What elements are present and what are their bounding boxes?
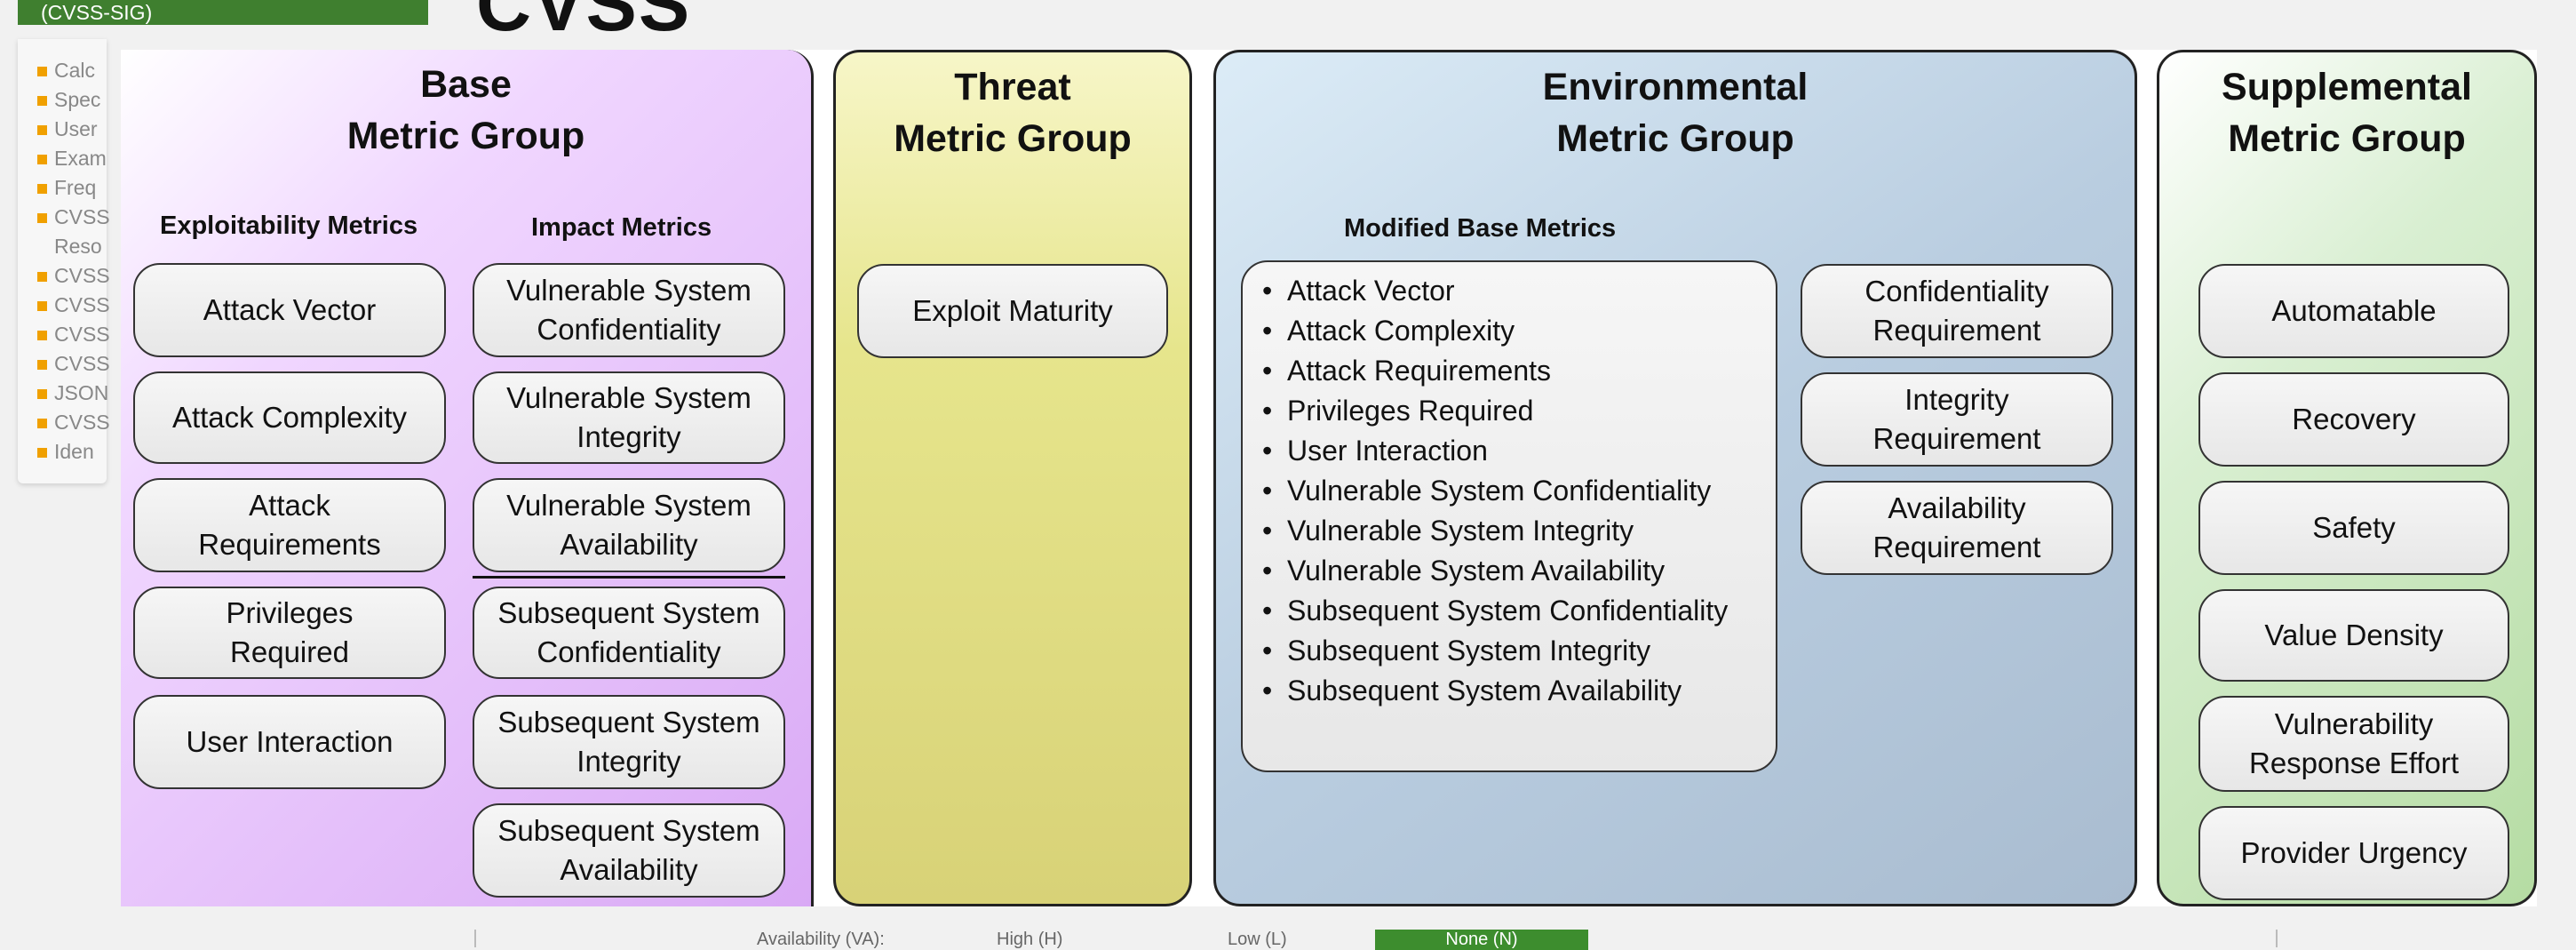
sidebar-item[interactable]: CVSS (37, 291, 117, 318)
attack-vector-box: Attack Vector (133, 263, 446, 357)
vulnerability-response-effort-box: Vulnerability Response Effort (2198, 696, 2509, 792)
bullet-square-icon (37, 155, 47, 165)
bullet-square-icon (37, 360, 47, 371)
modified-base-metrics-box: Attack Vector Attack Complexity Attack R… (1241, 260, 1777, 772)
bullet-square-icon (37, 389, 47, 400)
privileges-required-box: Privileges Required (133, 587, 446, 679)
impact-metrics-heading: Impact Metrics (531, 213, 712, 242)
impact-divider (473, 576, 785, 579)
list-item: Vulnerable System Integrity (1262, 511, 1758, 551)
list-item: Subsequent System Availability (1262, 671, 1758, 711)
vulnerable-system-availability-box: Vulnerable System Availability (473, 478, 785, 572)
subsequent-system-availability-box: Subsequent System Availability (473, 803, 785, 898)
cvss-metric-groups-diagram: Base Metric Group Exploitability Metrics… (121, 50, 2537, 906)
bullet-square-icon (37, 419, 47, 429)
list-item: Subsequent System Confidentiality (1262, 591, 1758, 631)
sidebar-item[interactable]: User (37, 116, 117, 142)
value-density-box: Value Density (2198, 589, 2509, 682)
sidebar-item-label: Calc (54, 59, 96, 82)
bullet-square-icon (37, 125, 47, 136)
attack-requirements-box: Attack Requirements (133, 478, 446, 572)
subsequent-system-confidentiality-box: Subsequent System Confidentiality (473, 587, 785, 679)
safety-box: Safety (2198, 481, 2509, 575)
bullet-square-icon (37, 301, 47, 312)
vulnerable-system-confidentiality-box: Vulnerable System Confidentiality (473, 263, 785, 357)
background-header: (CVSS-SIG) (18, 0, 428, 25)
provider-urgency-box: Provider Urgency (2198, 806, 2509, 900)
environmental-metric-group: Environmental Metric Group Modified Base… (1213, 50, 2137, 906)
availability-label: Availability (VA): (757, 930, 885, 949)
subsequent-system-integrity-box: Subsequent System Integrity (473, 695, 785, 789)
sidebar-item[interactable]: JSON (37, 379, 117, 406)
list-item: Subsequent System Integrity (1262, 631, 1758, 671)
modified-base-metrics-heading: Modified Base Metrics (1344, 214, 1617, 243)
list-item: Vulnerable System Availability (1262, 551, 1758, 591)
attack-complexity-box: Attack Complexity (133, 371, 446, 464)
sidebar-item-label: User (54, 117, 98, 140)
base-group-title: Base Metric Group (346, 63, 585, 157)
sidebar-item-label: CVSS (54, 411, 110, 434)
bullet-square-icon (37, 184, 47, 195)
sidebar-item[interactable]: Exam (37, 145, 117, 172)
sidebar-item[interactable]: CVSS (37, 321, 117, 347)
threat-group-title: Threat Metric Group (894, 66, 1132, 160)
sidebar-item-label: JSON (54, 381, 109, 404)
option-none[interactable]: None (N) (1375, 930, 1588, 950)
sidebar-item[interactable]: Reso (37, 233, 117, 259)
sidebar-item[interactable]: Iden (37, 438, 117, 465)
option-high[interactable]: High (H) (997, 930, 1062, 950)
bullet-square-icon (37, 96, 47, 107)
bullet-square-icon (37, 331, 47, 341)
sidebar-item-label: CVSS (54, 293, 110, 316)
user-interaction-box: User Interaction (133, 695, 446, 789)
sidebar-item-label: Spec (54, 88, 101, 111)
sidebar-item[interactable]: CVSS (37, 204, 117, 230)
modified-base-metrics-list: Attack Vector Attack Complexity Attack R… (1262, 271, 1758, 711)
integrity-requirement-box: Integrity Requirement (1801, 372, 2113, 467)
vulnerable-system-integrity-box: Vulnerable System Integrity (473, 371, 785, 464)
list-item: Attack Vector (1262, 271, 1758, 311)
supplemental-group-title: Supplemental Metric Group (2222, 66, 2472, 160)
automatable-box: Automatable (2198, 264, 2509, 358)
list-item: Privileges Required (1262, 391, 1758, 431)
list-item: Vulnerable System Confidentiality (1262, 471, 1758, 511)
sidebar-item[interactable]: Spec (37, 86, 117, 113)
list-item: User Interaction (1262, 431, 1758, 471)
sidebar-item-label: Freq (54, 176, 97, 199)
bullet-square-icon (37, 272, 47, 283)
cvss-logo: CVSS (476, 0, 692, 47)
sidebar-item[interactable]: CVSS (37, 262, 117, 289)
availability-requirement-box: Availability Requirement (1801, 481, 2113, 575)
base-metric-group: Base Metric Group Exploitability Metrics… (121, 50, 814, 906)
sidebar-item-label: CVSS (54, 264, 110, 287)
sidebar-item[interactable]: CVSS (37, 350, 117, 377)
sidebar-item-label: Iden (54, 440, 94, 463)
background-availability-row: Availability (VA): High (H) Low (L) None… (474, 930, 2278, 950)
sidebar-item-label: Exam (54, 147, 107, 170)
exploit-maturity-box: Exploit Maturity (857, 264, 1168, 358)
list-item: Attack Requirements (1262, 351, 1758, 391)
option-low[interactable]: Low (L) (1228, 930, 1287, 950)
supplemental-metric-group: Supplemental Metric Group Automatable Re… (2157, 50, 2537, 906)
sidebar-item[interactable]: Calc (37, 57, 117, 84)
exploitability-metrics-heading: Exploitability Metrics (160, 212, 418, 240)
sidebar-item[interactable]: Freq (37, 174, 117, 201)
threat-metric-group: Threat Metric Group Exploit Maturity (833, 50, 1192, 906)
bullet-square-icon (37, 213, 47, 224)
recovery-box: Recovery (2198, 372, 2509, 467)
sidebar-item-label: CVSS (54, 323, 110, 346)
environmental-group-title: Environmental Metric Group (1542, 66, 1809, 160)
list-item: Attack Complexity (1262, 311, 1758, 351)
sidebar-item-label: CVSS (54, 352, 110, 375)
bullet-square-icon (37, 448, 47, 459)
background-sidebar: Calc Spec User Exam Freq CVSS Reso CVSS … (18, 39, 110, 483)
sidebar-item-label: Reso (54, 235, 102, 258)
bullet-square-icon (37, 67, 47, 77)
confidentiality-requirement-box: Confidentiality Requirement (1801, 264, 2113, 358)
sidebar-item-label: CVSS (54, 205, 110, 228)
sidebar-item[interactable]: CVSS (37, 409, 117, 435)
